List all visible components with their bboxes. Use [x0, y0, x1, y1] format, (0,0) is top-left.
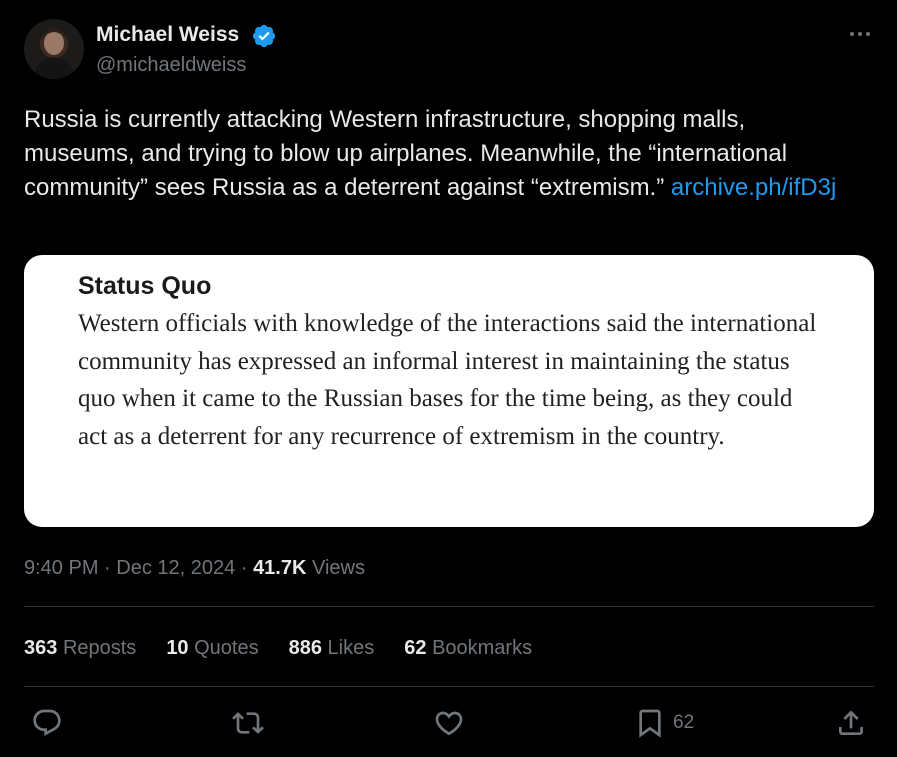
- attached-image[interactable]: Status Quo Western officials with knowle…: [24, 255, 874, 527]
- avatar[interactable]: [24, 19, 84, 79]
- author-handle[interactable]: @michaeldweiss: [96, 53, 246, 77]
- tweet-link[interactable]: archive.ph/ifD3j: [671, 174, 836, 201]
- verified-badge-icon: [252, 24, 276, 48]
- tweet-meta: 9:40 PM · Dec 12, 2024 · 41.7K Views: [24, 553, 365, 583]
- engagement-stats: 363 Reposts 10 Quotes 886 Likes 62 Bookm…: [24, 633, 532, 663]
- share-icon[interactable]: [835, 707, 867, 739]
- image-heading: Status Quo: [78, 272, 212, 300]
- repost-icon[interactable]: [232, 707, 264, 739]
- tweet-time[interactable]: 9:40 PM: [24, 557, 98, 579]
- views-count: 41.7K: [253, 557, 307, 579]
- stat-bookmarks[interactable]: 62 Bookmarks: [404, 633, 532, 663]
- divider: [24, 686, 874, 687]
- bookmark-count: 62: [673, 712, 695, 733]
- image-body-text: Western officials with knowledge of the …: [78, 310, 817, 450]
- tweet-date[interactable]: Dec 12, 2024: [116, 557, 235, 579]
- views-label: Views: [312, 557, 365, 579]
- meta-separator: ·: [240, 557, 248, 579]
- bookmark-icon[interactable]: [634, 707, 666, 739]
- stat-reposts[interactable]: 363 Reposts: [24, 633, 136, 663]
- reply-icon[interactable]: [31, 707, 63, 739]
- meta-separator: ·: [104, 557, 111, 579]
- like-icon[interactable]: [433, 707, 465, 739]
- tweet-text: Russia is currently attacking Western in…: [24, 103, 844, 205]
- stat-quotes[interactable]: 10 Quotes: [166, 633, 258, 663]
- divider: [24, 606, 874, 607]
- author-name[interactable]: Michael Weiss: [96, 22, 239, 48]
- stat-likes[interactable]: 886 Likes: [289, 633, 375, 663]
- more-options-icon[interactable]: [848, 26, 872, 42]
